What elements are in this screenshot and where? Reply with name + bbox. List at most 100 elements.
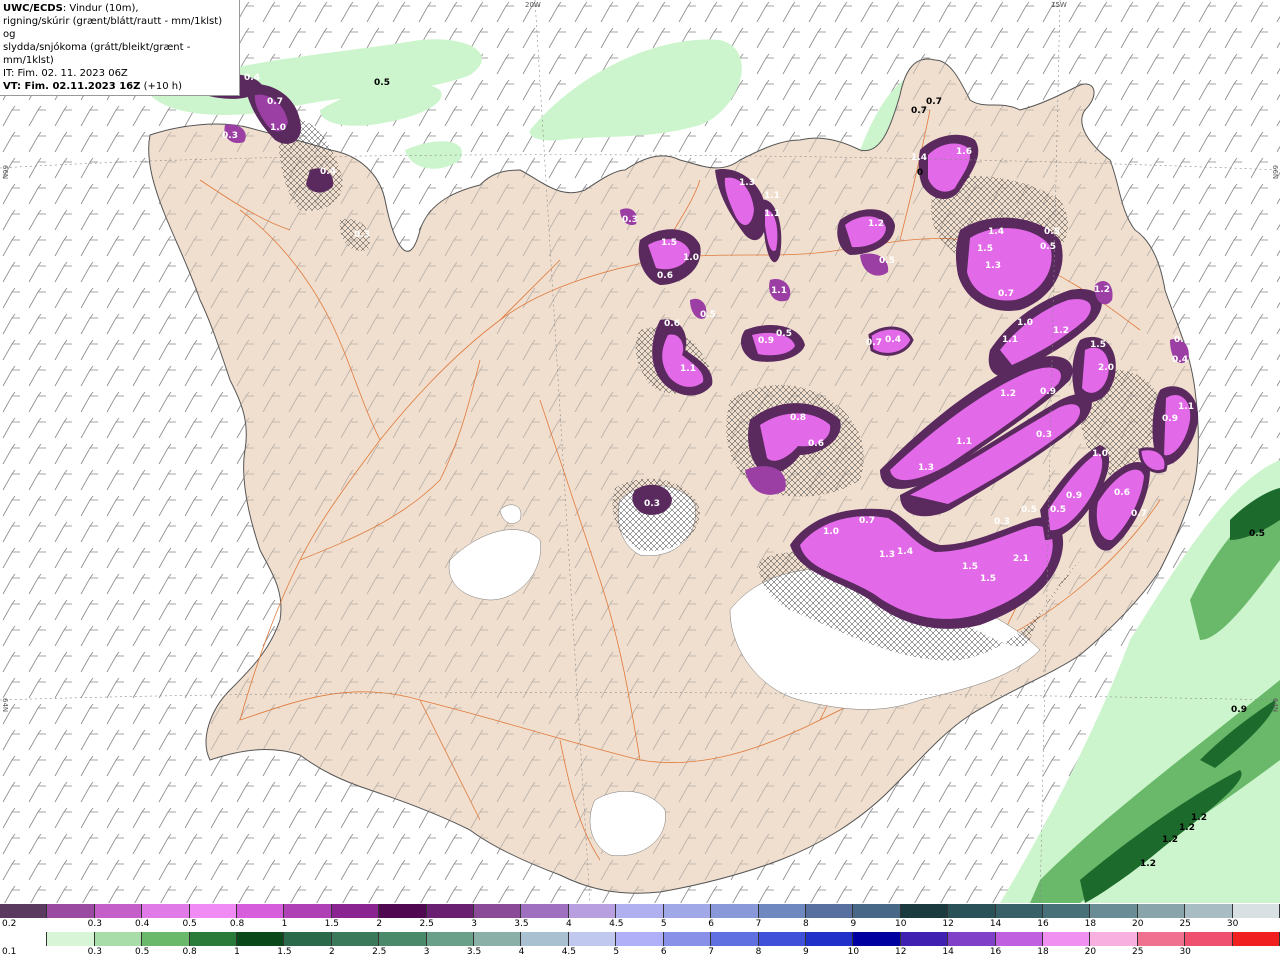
legend-snow-swatch	[521, 904, 569, 918]
legend-rain-swatch	[474, 932, 522, 946]
legend-snow-label: 4.5	[609, 919, 624, 929]
legend-rain-swatch	[616, 932, 664, 946]
legend-snow-swatch	[711, 904, 759, 918]
legend-rain-label: 8	[755, 947, 762, 957]
snow-value-label: 1.1	[956, 437, 972, 447]
snow-value-label: 1.3	[739, 178, 755, 188]
legend-rain-swatch	[758, 932, 806, 946]
legend-rain-swatch	[237, 932, 285, 946]
legend-rain-swatch	[142, 932, 190, 946]
legend-snow-label: 2	[376, 919, 383, 929]
legend-snow-swatch	[379, 904, 427, 918]
snow-value-label: 1.1	[1002, 335, 1018, 345]
legend-snow-swatch	[1185, 904, 1233, 918]
snow-value-label: 0.7	[1131, 509, 1147, 519]
snow-value-label: 1.4	[988, 227, 1004, 237]
legend-snow-label: 3.5	[514, 919, 529, 929]
legend-rain-label: 14	[942, 947, 954, 957]
snow-value-label: 1.5	[962, 562, 978, 572]
legend-rain-label: 16	[989, 947, 1002, 957]
legend-snow-labels: 0.2 0.3 0.4 0.5 0.8 1 1.5 2 2.5 3 3.5 4 4.5 5 6 7 8 9 10 12…	[0, 919, 1280, 931]
snow-value-label: 0.3	[622, 215, 638, 225]
snow-value-label: 1.0	[1017, 318, 1033, 328]
snow-value-label: 1.1	[764, 209, 780, 219]
legend-snow-swatch	[900, 904, 949, 918]
legend-rain-swatch	[1232, 932, 1280, 946]
legend-rain-swatch	[900, 932, 949, 946]
legend-rain-label: 20	[1084, 947, 1097, 957]
legend-snow-swatch	[663, 904, 712, 918]
snow-value-label: 0.6	[1114, 488, 1130, 498]
legend-snow-label: 0.2	[2, 919, 17, 929]
legend-snow-label: 7	[755, 919, 762, 929]
legend-rain-swatch	[426, 932, 475, 946]
snow-value-label: 1.3	[879, 550, 895, 560]
legend-snow-label: 25	[1179, 919, 1191, 929]
product-line: UWC/ECDS: Vindur (10m),	[3, 2, 236, 15]
legend-rain-label: 0.3	[87, 947, 102, 957]
legend-rain-label: 6	[660, 947, 667, 957]
legend-rain-swatch	[379, 932, 427, 946]
snow-value-label: 1.1	[771, 286, 787, 296]
legend-snow-swatch	[426, 904, 475, 918]
snow-value-label: 1.2	[1094, 285, 1110, 295]
legend-snow-label: 6	[708, 919, 714, 929]
product-desc-2: rigning/skúrir (grænt/blátt/rautt - mm/1…	[3, 16, 223, 40]
snow-value-label: 0.3	[994, 517, 1010, 527]
legend-rain-labels: 0.1 0.3 0.5 0.8 1 1.5 2 2.5 3 3.5 4 4.5 5 6 7 8 9 10 12 14 1…	[0, 947, 1280, 959]
snow-value-label: 0.5	[776, 329, 792, 339]
snow-value-label: 1.3	[985, 261, 1001, 271]
legend-rain-label: 12	[895, 947, 907, 957]
legend-snow-swatch	[474, 904, 522, 918]
legend-rain-swatch	[521, 932, 569, 946]
rain-value-label: 1.2	[1140, 859, 1156, 869]
snow-value-label: 1.5	[661, 238, 677, 248]
legend-snow-label: 0.8	[229, 919, 245, 929]
legend-snow-label: 9	[850, 919, 857, 929]
rain-value-label: 0.9	[1231, 705, 1247, 715]
legend-snow-swatch	[237, 904, 285, 918]
lat-label-66n-left: 66N	[1, 165, 9, 180]
legend-snow-swatch	[142, 904, 190, 918]
valid-time: VT: Fim. 02.11.2023 16Z	[3, 81, 141, 92]
legend-rain-swatch	[711, 932, 759, 946]
legend-snow-colorbar	[0, 904, 1280, 918]
legend-snow-label: 18	[1084, 919, 1097, 929]
legend-rain-label: 30	[1179, 947, 1191, 957]
legend-snow-swatch	[948, 904, 996, 918]
snow-value-label: 0.9	[1040, 387, 1056, 397]
legend-rain-label: 1.5	[277, 947, 292, 957]
legend-rain-label: 2.5	[372, 947, 387, 957]
snow-value-label: 0.6	[808, 439, 824, 449]
legend-snow-swatch	[568, 904, 617, 918]
legend-snow-swatch	[47, 904, 95, 918]
issue-time: IT: Fim. 02. 11. 2023 06Z	[3, 68, 128, 79]
lon-label-20w: 20W	[525, 1, 541, 9]
snow-value-label: 1.5	[980, 574, 996, 584]
product-desc-1: : Vindur (10m),	[62, 3, 139, 14]
snow-value-label: 1.0	[823, 527, 839, 537]
legend-rain-label: 1	[234, 947, 240, 957]
legend-snow-swatch	[853, 904, 901, 918]
legend-snow-swatch	[331, 904, 380, 918]
snow-value-label: 0.7	[859, 516, 875, 526]
snow-value-label: 0.5	[1050, 505, 1066, 515]
legend-snow-label: 3	[471, 919, 477, 929]
rain-value-label: 0.5	[1249, 529, 1265, 539]
legend-snow-label: 12	[942, 919, 954, 929]
legend-snow-label: 1.5	[324, 919, 340, 929]
legend-rain-swatch	[663, 932, 712, 946]
snow-value-label: 0.7	[267, 97, 283, 107]
legend-snow-label: 1	[281, 919, 288, 929]
snow-value-label: 1.0	[683, 253, 699, 263]
snow-value-label: 1.0	[270, 123, 286, 133]
legend-rain-swatch	[1137, 932, 1186, 946]
snow-value-label: 1.5	[977, 244, 993, 254]
snow-value-label: 0.5	[1021, 505, 1037, 515]
legend-snow-label: 0.3	[87, 919, 102, 929]
snow-value-label: 1.0	[1092, 449, 1108, 459]
snow-value-label: 0.3	[644, 499, 660, 509]
rain-value-label: 0.5	[374, 78, 390, 88]
snow-value-label: 1.1	[1178, 402, 1194, 412]
snow-value-label: 0.4	[1172, 355, 1188, 365]
